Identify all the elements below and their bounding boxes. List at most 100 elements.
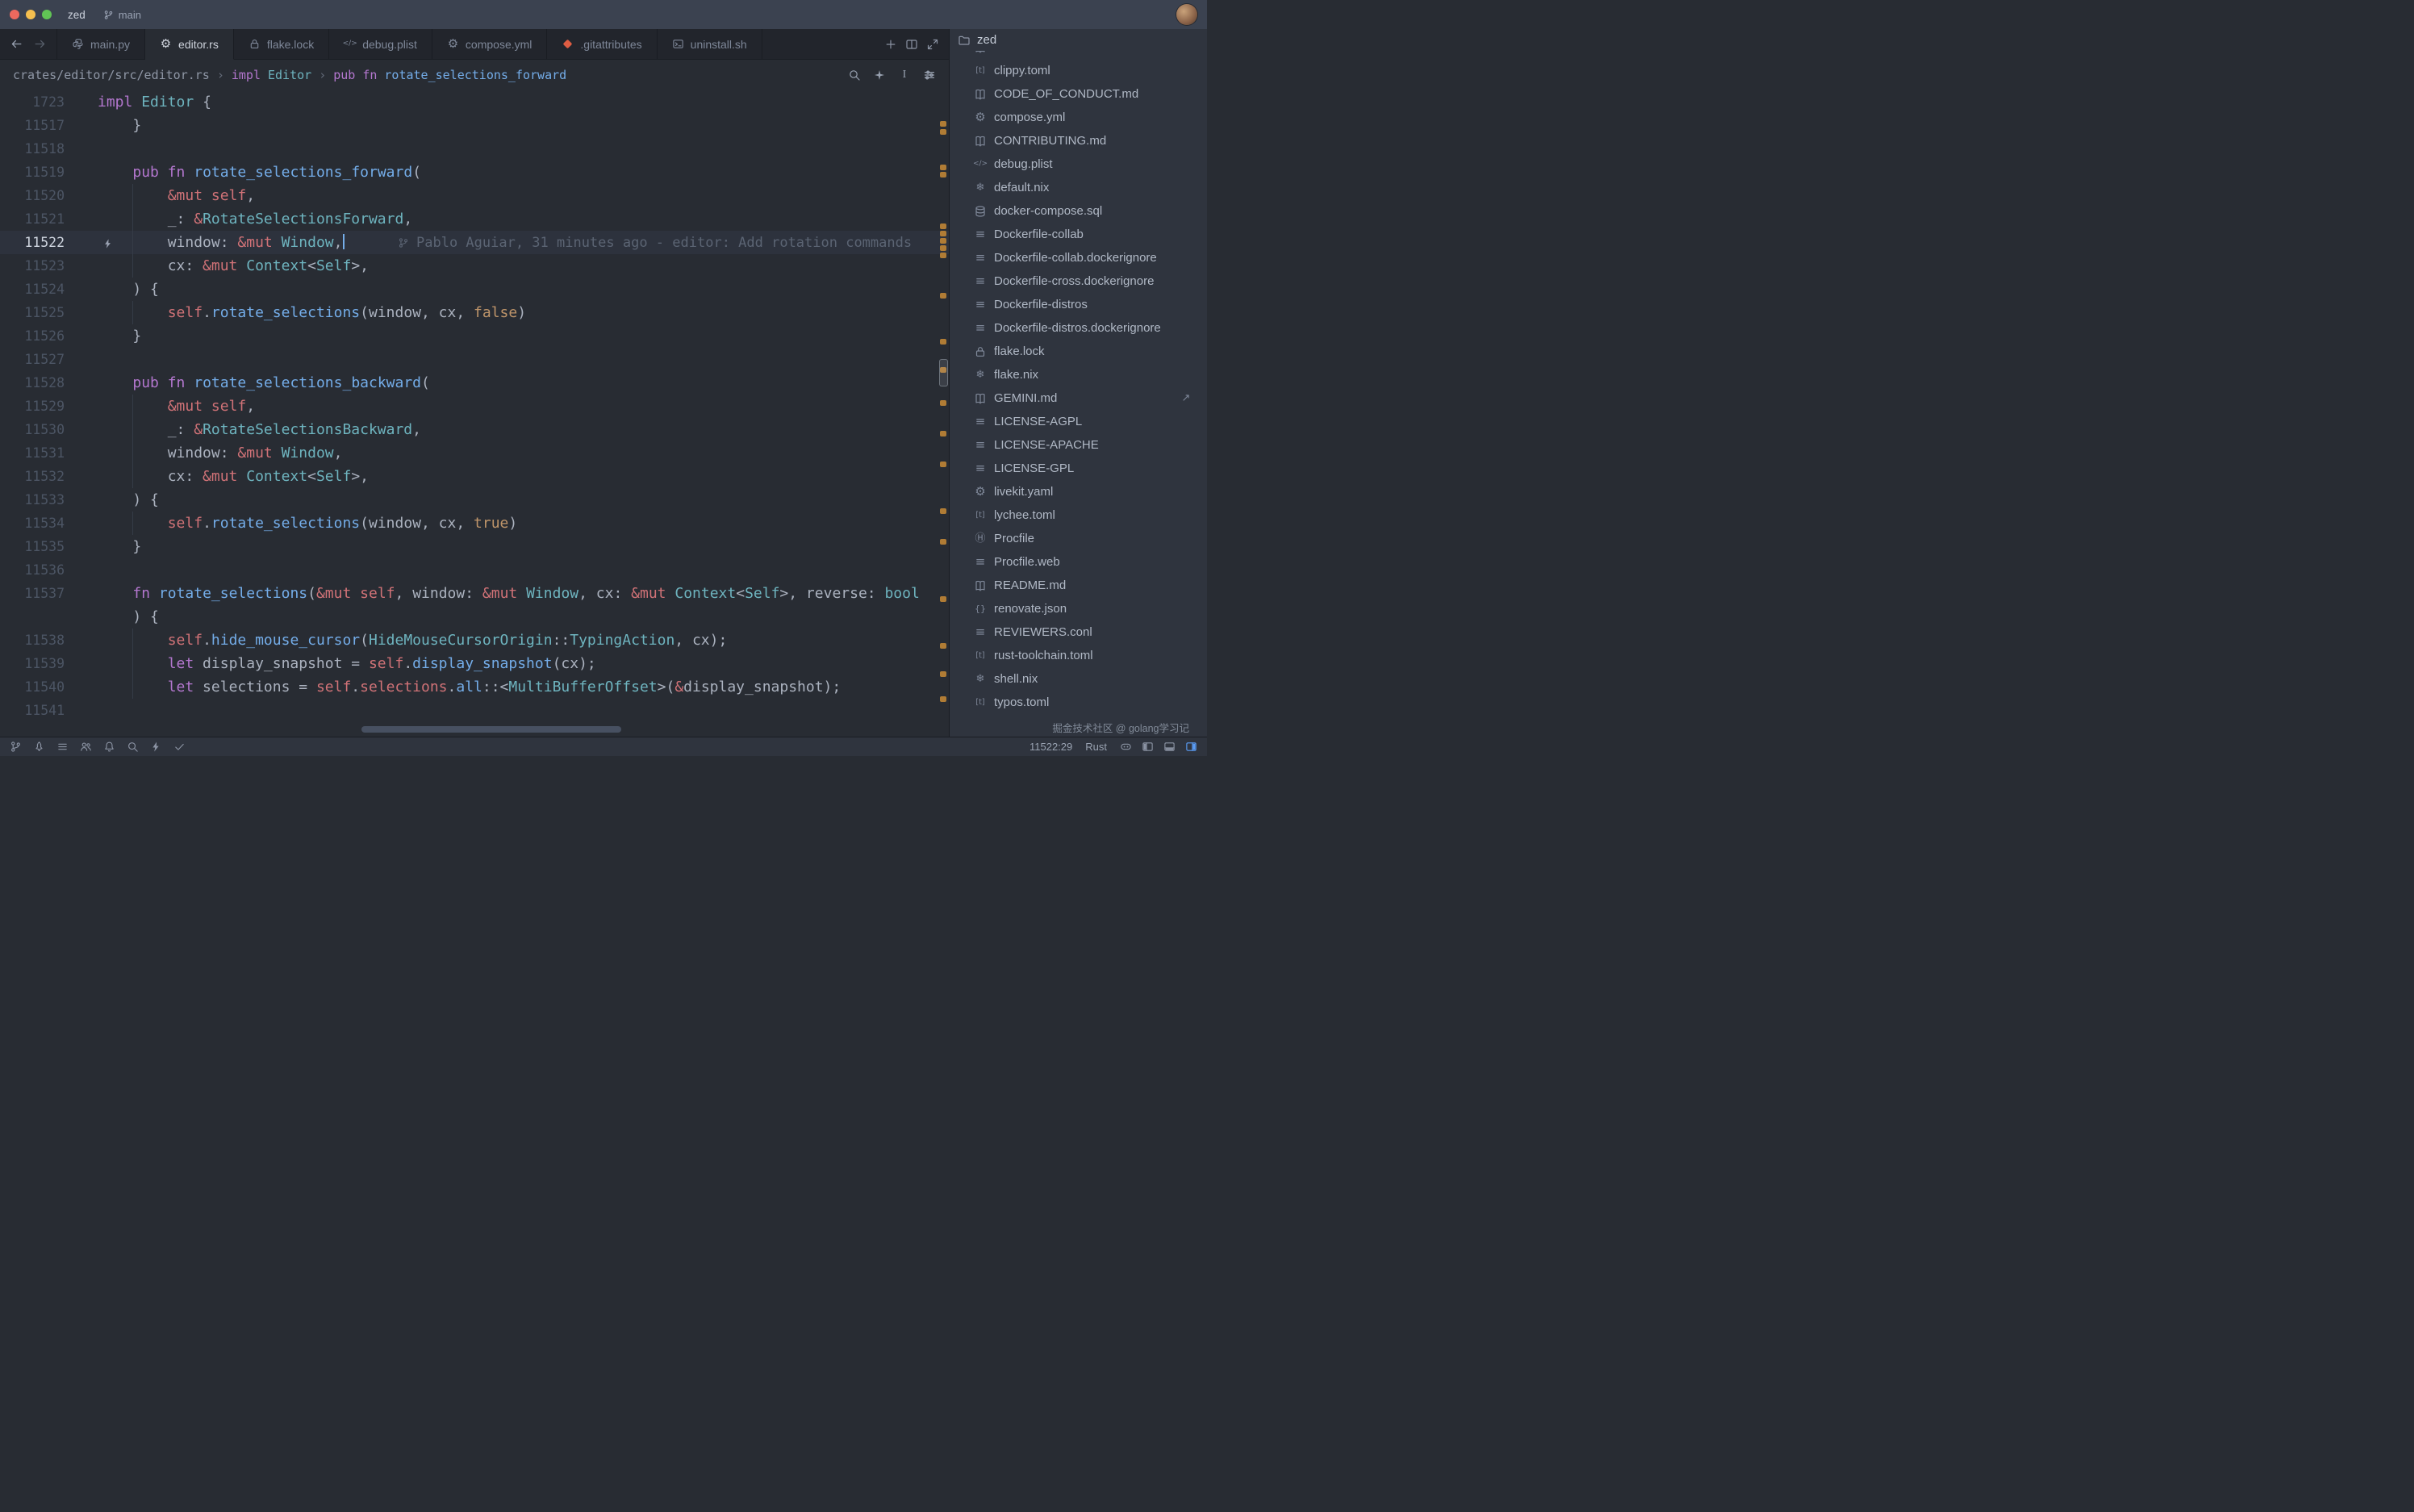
file-item[interactable]: </>debug.plist [950, 152, 1207, 176]
new-tab-icon[interactable] [884, 38, 897, 51]
tab-compose.yml[interactable]: ⚙compose.yml [432, 29, 547, 60]
code-line-11519[interactable]: 11519 pub fn rotate_selections_forward( [0, 161, 949, 184]
dock-left-icon[interactable] [1142, 741, 1154, 753]
close-window-button[interactable] [10, 10, 19, 19]
file-item[interactable]: ≡LICENSE-GPL [950, 457, 1207, 480]
file-item[interactable]: ❄shell.nix [950, 667, 1207, 691]
file-item[interactable]: {}renovate.json [950, 597, 1207, 620]
file-item[interactable]: ⚙livekit.yaml [950, 480, 1207, 503]
file-item[interactable]: [t]rust-toolchain.toml [950, 644, 1207, 667]
code-line-11541[interactable]: 11541 [0, 699, 949, 722]
python-icon [72, 38, 84, 50]
code-line-11522[interactable]: 11522 window: &mut Window,Pablo Aguiar, … [0, 231, 949, 254]
file-item[interactable]: CODE_OF_CONDUCT.md [950, 82, 1207, 106]
file-item[interactable]: [t]lychee.toml [950, 503, 1207, 527]
file-item[interactable]: ❄default.nix [950, 176, 1207, 199]
file-item[interactable]: ❄flake.nix [950, 363, 1207, 386]
code-line-11524[interactable]: 11524 ) { [0, 278, 949, 301]
collab-icon[interactable] [80, 741, 92, 753]
horizontal-scrollbar[interactable] [361, 726, 621, 733]
git-modified-mark [940, 129, 946, 135]
file-item[interactable]: README.md [950, 574, 1207, 597]
file-item[interactable]: [t]typos.toml [950, 691, 1207, 714]
assistant-icon[interactable] [33, 741, 45, 753]
code-line-11517[interactable]: 11517 } [0, 114, 949, 137]
code-line-11523[interactable]: 11523 cx: &mut Context<Self>, [0, 254, 949, 278]
file-item[interactable]: ≡LICENSE-AGPL [950, 410, 1207, 433]
outline-icon[interactable] [56, 741, 69, 753]
breadcrumb[interactable]: crates/editor/src/editor.rs›implEditor›p… [13, 68, 566, 82]
code-line-11540[interactable]: 11540 let selections = self.selections.a… [0, 675, 949, 699]
search-icon[interactable] [848, 69, 861, 81]
code-text: impl Editor { [81, 90, 949, 114]
notifications-icon[interactable] [103, 741, 115, 753]
tab-main.py[interactable]: main.py [56, 29, 145, 60]
file-item[interactable]: CONTRIBUTING.md [950, 129, 1207, 152]
text-cursor-icon[interactable]: I [898, 69, 911, 81]
quick-actions-icon[interactable] [150, 741, 162, 753]
dock-bottom-icon[interactable] [1163, 741, 1176, 753]
code-line-1723[interactable]: 1723impl Editor { [0, 90, 949, 114]
file-item[interactable]: ⚙compose.yml [950, 106, 1207, 129]
file-item[interactable]: ≡Dockerfile-cross.dockerignore [950, 269, 1207, 293]
code-line-11533[interactable]: 11533 ) { [0, 488, 949, 512]
code-line-11525[interactable]: 11525 self.rotate_selections(window, cx,… [0, 301, 949, 324]
search-icon[interactable] [127, 741, 139, 753]
code-line-11537[interactable]: 11537 fn rotate_selections(&mut self, wi… [0, 582, 949, 605]
vertical-scrollbar[interactable] [938, 90, 949, 737]
code-line-11529[interactable]: 11529 &mut self, [0, 395, 949, 418]
code-line-11521[interactable]: 11521 _: &RotateSelectionsForward, [0, 207, 949, 231]
project-root[interactable]: zed [950, 29, 1207, 51]
file-item[interactable]: flake.lock [950, 340, 1207, 363]
minimize-window-button[interactable] [26, 10, 36, 19]
code-line-11534[interactable]: 11534 self.rotate_selections(window, cx,… [0, 512, 949, 535]
dock-right-icon[interactable] [1185, 741, 1197, 753]
file-item[interactable]: ≡Dockerfile-distros.dockerignore [950, 316, 1207, 340]
file-item[interactable]: ≡Dockerfile-collab [950, 223, 1207, 246]
code-line-11527[interactable]: 11527 [0, 348, 949, 371]
code-line-11528[interactable]: 11528 pub fn rotate_selections_backward( [0, 371, 949, 395]
code-line-11531[interactable]: 11531 window: &mut Window, [0, 441, 949, 465]
editor-controls-icon[interactable] [923, 69, 936, 81]
zoom-pane-icon[interactable] [926, 38, 939, 51]
code-editor[interactable]: 1723impl Editor { 11517 }1151811519 pub … [0, 90, 949, 737]
code-line-11526[interactable]: 11526 } [0, 324, 949, 348]
tab-debug.plist[interactable]: </>debug.plist [329, 29, 432, 60]
avatar[interactable] [1176, 4, 1197, 25]
code-line-wrap[interactable]: ) { [0, 605, 949, 629]
code-line-11535[interactable]: 11535 } [0, 535, 949, 558]
file-item[interactable]: ⒽProcfile [950, 527, 1207, 550]
code-action-icon[interactable] [102, 236, 114, 248]
code-line-11539[interactable]: 11539 let display_snapshot = self.displa… [0, 652, 949, 675]
split-pane-icon[interactable] [905, 38, 918, 51]
tab-uninstall.sh[interactable]: uninstall.sh [658, 29, 762, 60]
diagnostics-icon[interactable] [173, 741, 186, 753]
scrollbar-thumb[interactable] [939, 359, 948, 386]
file-item[interactable]: [t]clippy.toml [950, 59, 1207, 82]
code-line-11532[interactable]: 11532 cx: &mut Context<Self>, [0, 465, 949, 488]
copilot-icon[interactable] [1120, 741, 1132, 753]
tab-.gitattributes[interactable]: .gitattributes [547, 29, 657, 60]
code-line-11536[interactable]: 11536 [0, 558, 949, 582]
language-selector[interactable]: Rust [1085, 741, 1107, 753]
nav-forward-button[interactable] [33, 37, 47, 51]
code-line-11538[interactable]: 11538 self.hide_mouse_cursor(HideMouseCu… [0, 629, 949, 652]
inline-assist-icon[interactable] [873, 69, 886, 81]
code-line-11518[interactable]: 11518 [0, 137, 949, 161]
file-item[interactable]: ≡Dockerfile-collab.dockerignore [950, 246, 1207, 269]
file-item[interactable]: ≡REVIEWERS.conl [950, 620, 1207, 644]
git-branch-button[interactable]: main [103, 9, 141, 21]
code-line-11520[interactable]: 11520 &mut self, [0, 184, 949, 207]
file-item[interactable]: ≡Procfile.web [950, 550, 1207, 574]
cursor-position[interactable]: 11522:29 [1030, 741, 1072, 753]
file-item[interactable]: ≡Dockerfile-distros [950, 293, 1207, 316]
code-line-11530[interactable]: 11530 _: &RotateSelectionsBackward, [0, 418, 949, 441]
nav-back-button[interactable] [10, 37, 23, 51]
tab-editor.rs[interactable]: ⚙editor.rs [145, 29, 234, 60]
file-item[interactable]: GEMINI.md↗ [950, 386, 1207, 410]
file-item[interactable]: docker-compose.sql [950, 199, 1207, 223]
fullscreen-window-button[interactable] [42, 10, 52, 19]
file-item[interactable]: ≡LICENSE-APACHE [950, 433, 1207, 457]
tab-flake.lock[interactable]: flake.lock [234, 29, 329, 60]
source-control-icon[interactable] [10, 741, 22, 753]
